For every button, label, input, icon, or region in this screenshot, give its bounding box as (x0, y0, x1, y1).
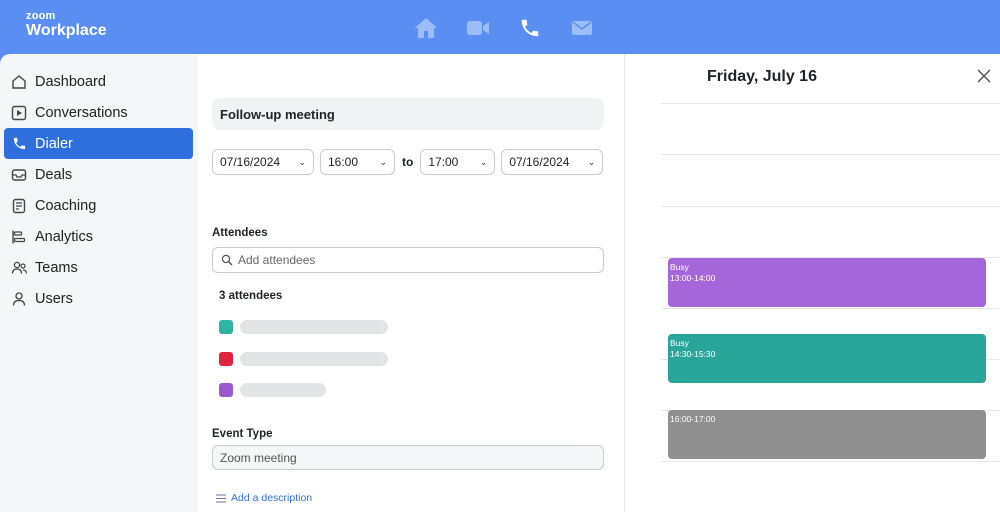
attendee-color-swatch (219, 320, 233, 334)
chevron-down-icon: ⌄ (587, 156, 596, 167)
meeting-title-input[interactable] (212, 98, 604, 130)
people-icon (10, 259, 28, 277)
analytics-icon (10, 228, 28, 246)
sidebar-item-label: Deals (35, 166, 73, 183)
attendee-row[interactable] (219, 352, 388, 366)
sidebar-item-conversations[interactable]: Conversations (4, 97, 193, 128)
calendar-event-busy[interactable]: Busy 14:30-15:30 (668, 334, 986, 383)
logo-line2: Workplace (26, 22, 107, 39)
calendar-event-new[interactable]: 16:00-17:00 (668, 410, 986, 459)
lines-icon (216, 493, 226, 503)
hour-gridline (661, 206, 1000, 207)
clipboard-icon (10, 197, 28, 215)
event-type-input[interactable]: Zoom meeting (212, 445, 604, 470)
add-attendees-placeholder: Add attendees (238, 253, 316, 267)
sidebar-item-label: Users (35, 290, 73, 307)
user-icon (10, 290, 28, 308)
chevron-down-icon: ⌄ (479, 156, 488, 167)
date-time-row: 07/16/2024 ⌄ 16:00 ⌄ to 17:00 ⌄ 07/16/20… (212, 149, 604, 175)
sidebar-item-label: Dashboard (35, 73, 106, 90)
top-bar: zoom Workplace (0, 0, 1000, 54)
chevron-down-icon: ⌄ (298, 156, 306, 167)
sidebar-item-label: Coaching (35, 197, 97, 214)
mail-icon[interactable] (556, 14, 608, 42)
close-icon[interactable] (975, 67, 993, 85)
to-label: to (402, 155, 414, 169)
event-label: Busy (670, 262, 689, 272)
event-type-label: Event Type (212, 428, 273, 440)
sidebar-item-dialer[interactable]: Dialer (4, 128, 193, 159)
play-square-icon (10, 104, 28, 122)
end-time-select[interactable]: 17:00 ⌄ (420, 149, 496, 175)
calendar-date-title: Friday, July 16 (707, 68, 817, 85)
add-description-label: Add a description (231, 492, 313, 504)
redacted-attendee-name (240, 383, 326, 397)
sidebar-item-dashboard[interactable]: Dashboard (4, 66, 193, 97)
sidebar-item-analytics[interactable]: Analytics (4, 221, 193, 252)
sidebar-item-users[interactable]: Users (4, 283, 193, 314)
sidebar-item-label: Teams (35, 259, 78, 276)
end-date-value: 07/16/2024 (509, 155, 570, 169)
attendees-label: Attendees (212, 227, 268, 239)
hour-gridline (661, 308, 1000, 309)
calendar-event-busy[interactable]: Busy 13:00-14:00 (668, 258, 986, 307)
search-icon (221, 254, 233, 266)
sidebar: Dashboard Conversations Dialer Deals Coa… (0, 54, 198, 512)
attendee-color-swatch (219, 383, 233, 397)
start-time-value: 16:00 (328, 155, 359, 169)
sidebar-item-label: Conversations (35, 104, 128, 121)
event-label: Busy (670, 338, 689, 348)
zoom-workplace-logo[interactable]: zoom Workplace (26, 11, 107, 39)
end-time-value: 17:00 (428, 155, 459, 169)
start-date-select[interactable]: 07/16/2024 ⌄ (212, 149, 314, 175)
end-date-select[interactable]: 07/16/2024 ⌄ (501, 149, 604, 175)
sidebar-item-label: Analytics (35, 228, 94, 245)
start-time-select[interactable]: 16:00 ⌄ (320, 149, 395, 175)
hour-gridline (661, 461, 1000, 462)
inbox-icon (10, 166, 28, 184)
top-nav-icons (400, 14, 608, 42)
hour-gridline (661, 154, 1000, 155)
sidebar-item-coaching[interactable]: Coaching (4, 190, 193, 221)
redacted-attendee-name (240, 320, 388, 334)
home-icon (10, 73, 28, 91)
sidebar-item-label: Dialer (35, 135, 73, 152)
attendee-color-swatch (219, 352, 233, 366)
phone-icon (10, 135, 28, 153)
attendee-count: 3 attendees (219, 290, 283, 302)
event-time: 13:00-14:00 (670, 273, 716, 283)
event-type-value: Zoom meeting (220, 450, 297, 465)
hour-gridline (661, 103, 1000, 104)
chevron-down-icon: ⌄ (379, 156, 387, 167)
add-description-link[interactable]: Add a description (216, 492, 312, 504)
video-icon[interactable] (452, 14, 504, 42)
sidebar-item-deals[interactable]: Deals (4, 159, 193, 190)
home-icon[interactable] (400, 14, 452, 42)
redacted-attendee-name (240, 352, 388, 366)
phone-icon[interactable] (504, 14, 556, 42)
start-date-value: 07/16/2024 (220, 155, 281, 169)
logo-line1: zoom (26, 10, 56, 22)
event-time: 14:30-15:30 (670, 349, 716, 359)
attendee-row[interactable] (219, 320, 388, 334)
event-form: 07/16/2024 ⌄ 16:00 ⌄ to 17:00 ⌄ 07/16/20… (198, 54, 624, 512)
sidebar-item-teams[interactable]: Teams (4, 252, 193, 283)
attendee-row[interactable] (219, 383, 326, 397)
add-attendees-input[interactable]: Add attendees (212, 247, 604, 273)
event-time: 16:00-17:00 (670, 414, 716, 424)
calendar-panel: Friday, July 16 Busy 13:00-14:00 Busy 14… (624, 54, 1000, 512)
